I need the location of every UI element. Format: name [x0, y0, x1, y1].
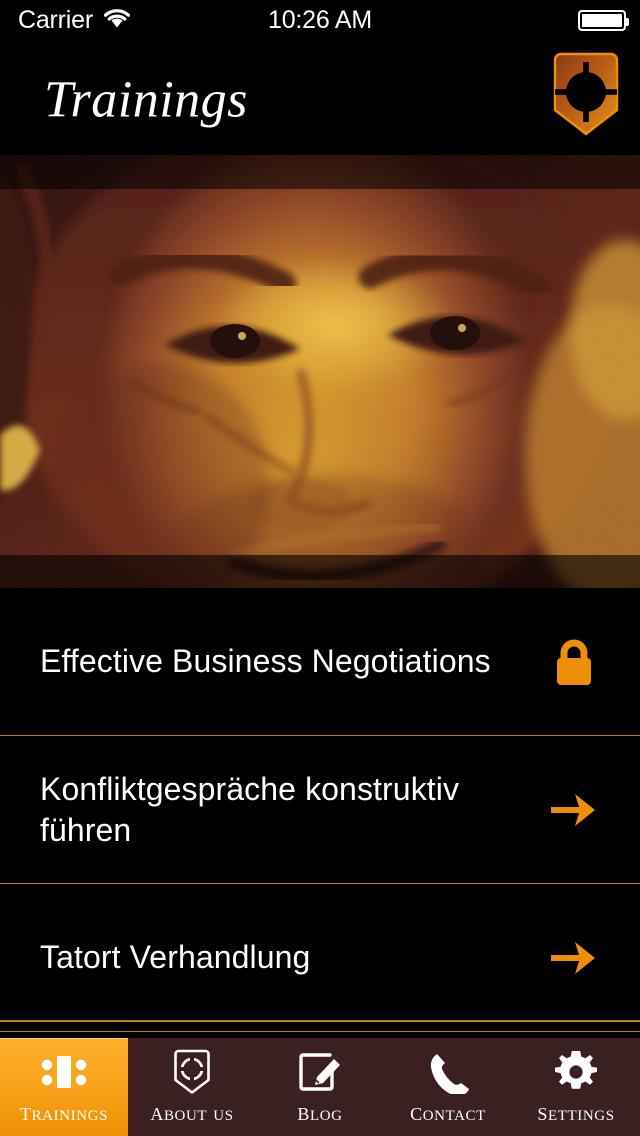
meeting-table-icon [38, 1049, 90, 1095]
hero-image [0, 155, 640, 588]
training-title: Effective Business Negotiations [40, 643, 491, 680]
status-bar-time: 10:26 AM [267, 5, 373, 34]
tab-about-us[interactable]: About Us [128, 1038, 256, 1136]
lock-icon [546, 634, 602, 690]
tab-blog[interactable]: Blog [256, 1038, 384, 1136]
list-item[interactable]: Konfliktgespräche konstruktiv führen [0, 736, 640, 884]
arrow-right-icon [546, 930, 602, 986]
tab-label-trainings: Trainings [19, 1097, 109, 1126]
navigation-bar: Trainings [0, 40, 640, 155]
list-item[interactable]: Tatort Verhandlung [0, 884, 640, 1032]
phone-icon [426, 1049, 470, 1095]
tabbar-top-divider [0, 1020, 640, 1022]
tab-label-blog: Blog [297, 1097, 343, 1126]
tab-contact[interactable]: Contact [384, 1038, 512, 1136]
tab-label-settings: Settings [537, 1097, 615, 1126]
tab-label-about-us: About Us [150, 1097, 234, 1126]
tab-label-contact: Contact [410, 1097, 486, 1126]
app-screen: Carrier 10:26 AM Trainings Effective Bus… [0, 0, 640, 1136]
battery-full-icon [578, 10, 629, 31]
trainings-list: Effective Business Negotiations Konflikt… [0, 588, 640, 1032]
training-title: Konfliktgespräche konstruktiv führen [40, 770, 460, 848]
list-item[interactable]: Effective Business Negotiations [0, 588, 640, 736]
shield-logo-icon [172, 1049, 212, 1095]
arrow-right-icon [546, 782, 602, 838]
shield-logo-icon[interactable] [549, 52, 623, 138]
tab-settings[interactable]: Settings [512, 1038, 640, 1136]
status-bar: Carrier 10:26 AM [0, 0, 640, 40]
training-title: Tatort Verhandlung [40, 939, 311, 976]
tab-bar: Trainings About Us [0, 1038, 640, 1136]
tab-trainings[interactable]: Trainings [0, 1038, 128, 1136]
gear-icon [554, 1049, 598, 1095]
compose-pencil-icon [297, 1049, 343, 1095]
duotone-portrait-smiling-man [0, 155, 640, 588]
page-title: Trainings [44, 71, 248, 129]
status-bar-right [578, 10, 629, 31]
